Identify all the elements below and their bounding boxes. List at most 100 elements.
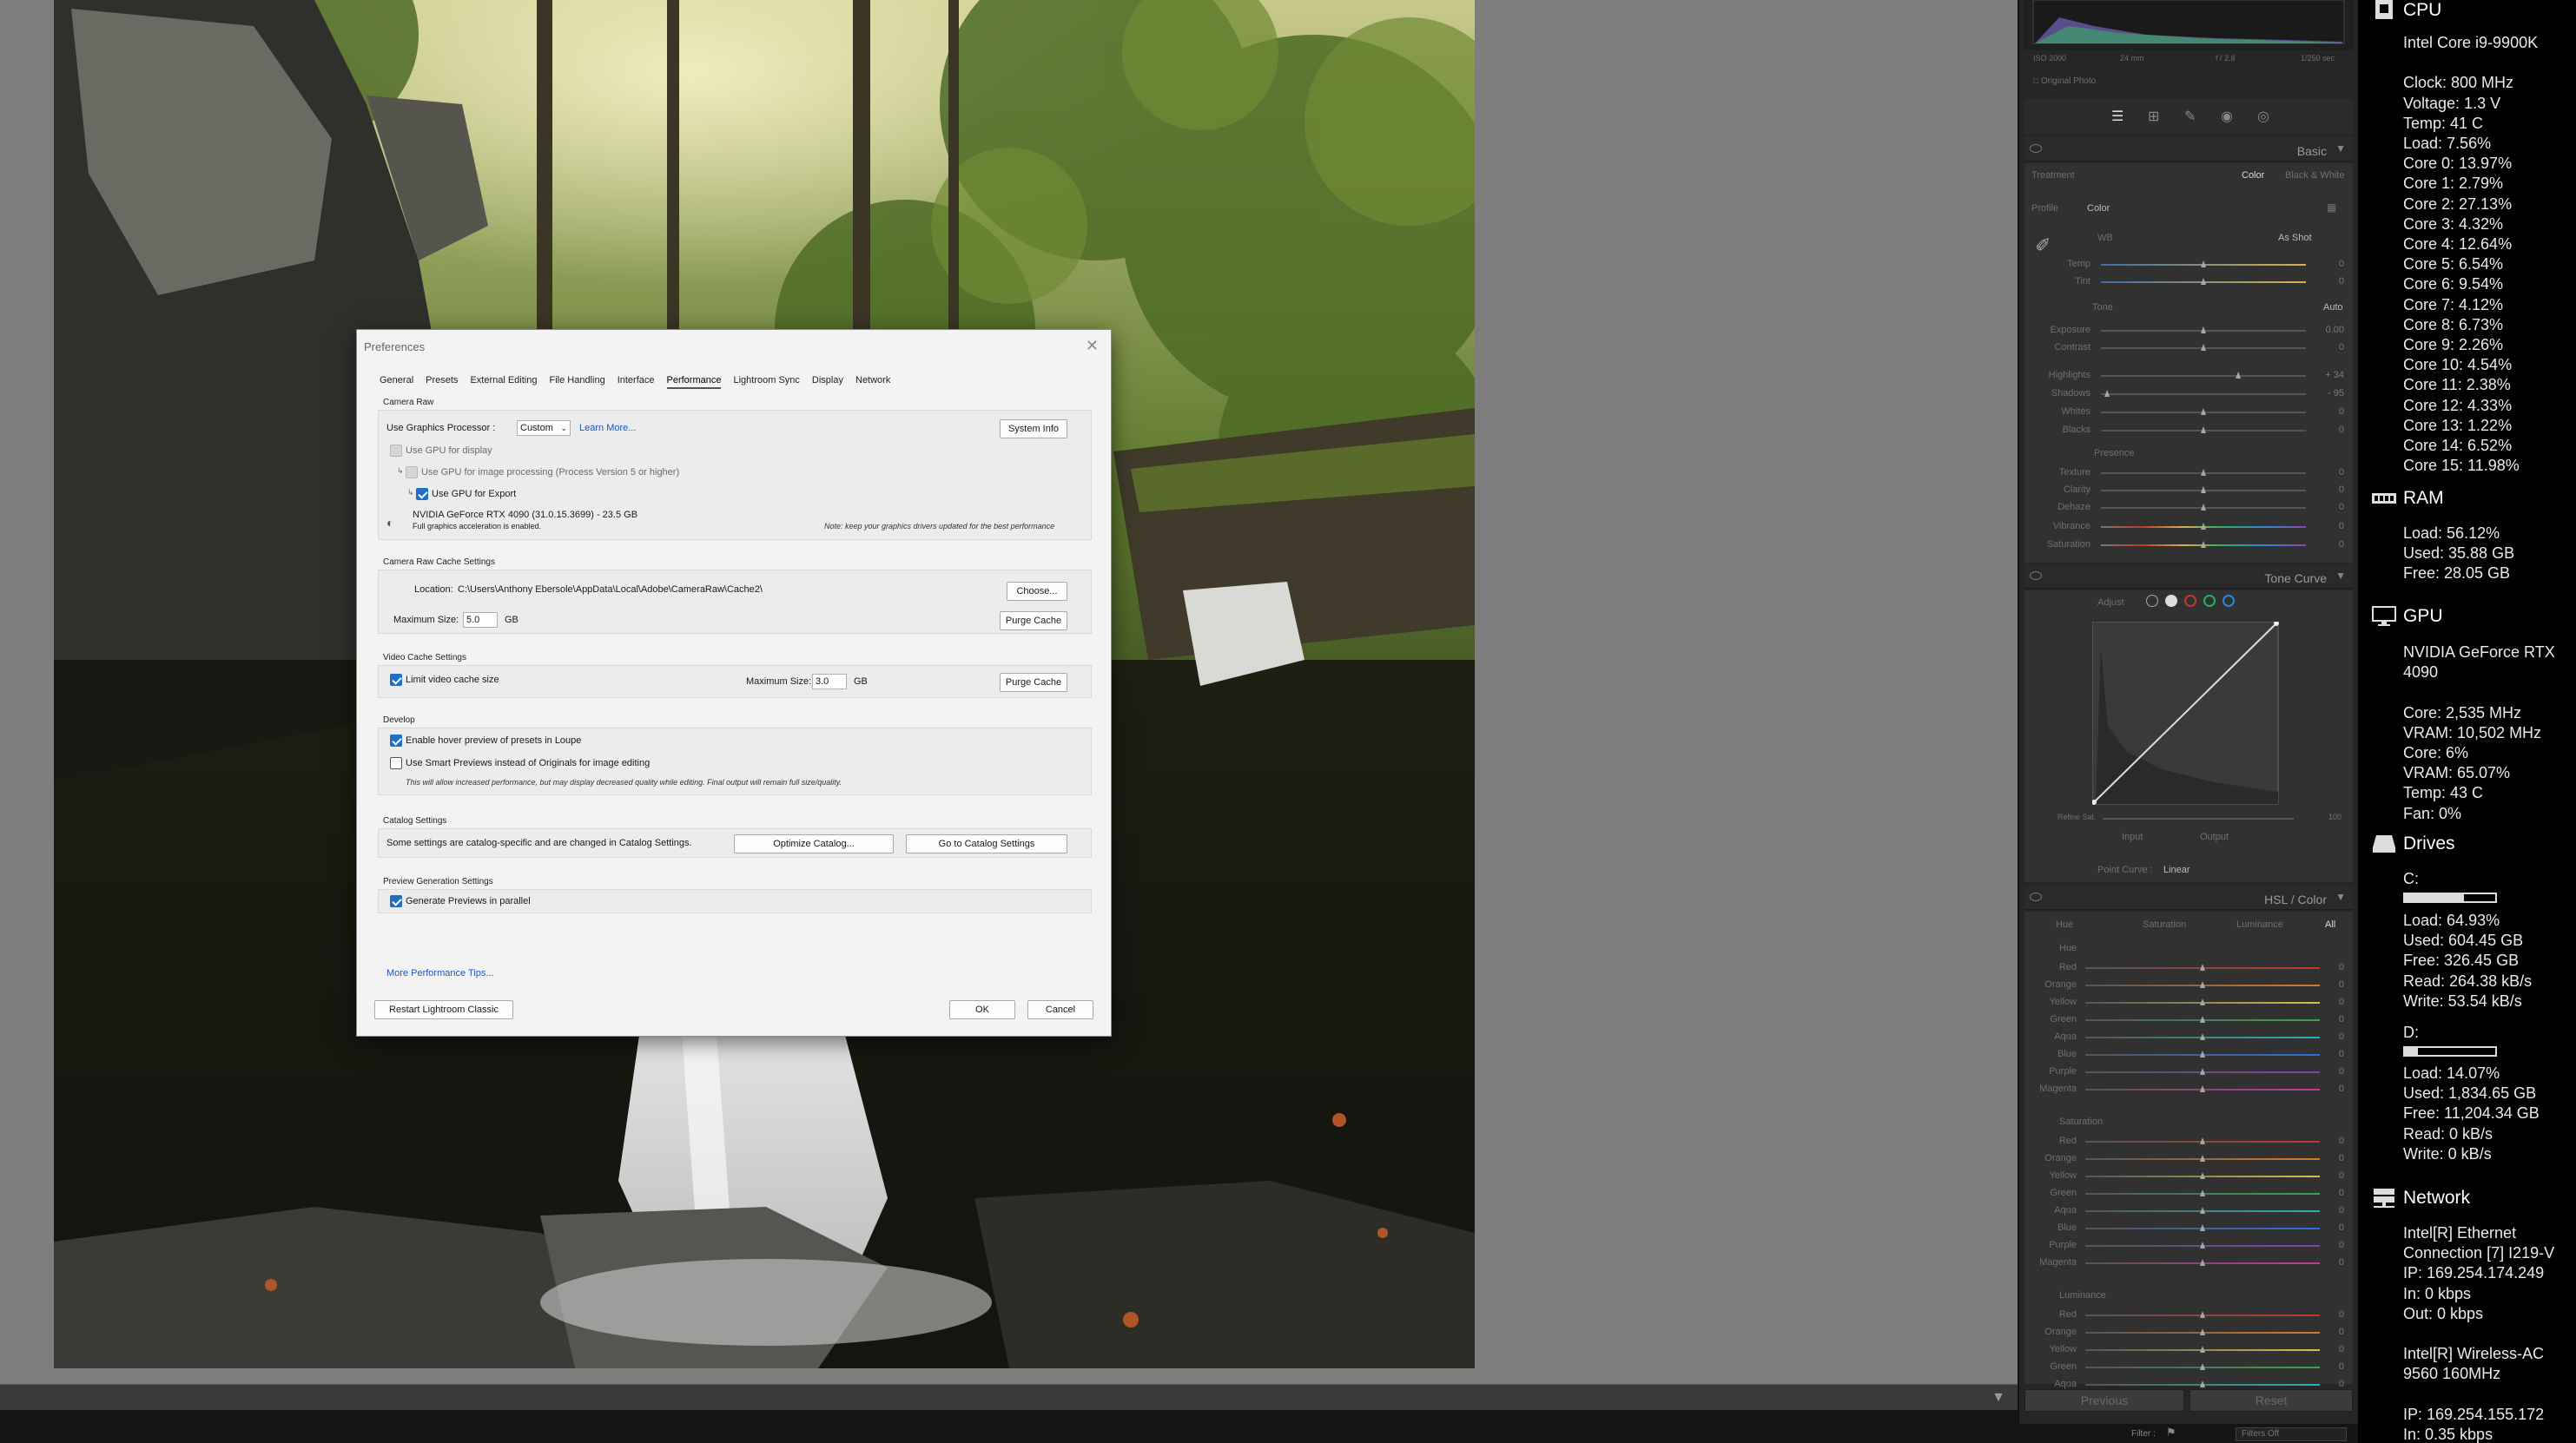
- hsl-slider-blue[interactable]: Blue 0: [2024, 1221, 2353, 1238]
- slider-value[interactable]: 0: [2339, 1309, 2344, 1320]
- slider-value[interactable]: 0: [2339, 979, 2344, 990]
- slider-value[interactable]: 0: [2339, 1014, 2344, 1025]
- hsl-slider-purple[interactable]: Purple 0: [2024, 1064, 2353, 1082]
- chevron-down-icon[interactable]: ▼: [1991, 1390, 2005, 1406]
- slider-track[interactable]: [2101, 393, 2306, 395]
- restart-lightroom-button[interactable]: Restart Lightroom Classic: [374, 1000, 513, 1019]
- choose-button[interactable]: Choose...: [1007, 582, 1067, 601]
- system-info-button[interactable]: System Info: [1000, 419, 1067, 438]
- slider-value[interactable]: 0: [2339, 1222, 2344, 1233]
- slider-value[interactable]: 0: [2339, 1136, 2344, 1146]
- hsl-slider-magenta[interactable]: Magenta 0: [2024, 1082, 2353, 1099]
- slider-value[interactable]: 0: [2339, 484, 2344, 495]
- hsl-slider-blue[interactable]: Blue 0: [2024, 1047, 2353, 1064]
- crop-icon[interactable]: ⊞: [2148, 108, 2159, 125]
- hsl-header[interactable]: HSL / Color ▼: [2024, 886, 2353, 910]
- slider-value[interactable]: 0: [2339, 1240, 2344, 1250]
- refine-sat-track[interactable]: [2103, 818, 2294, 820]
- slider-whites[interactable]: Whites 0: [2024, 405, 2353, 420]
- blue-channel-icon[interactable]: [2223, 595, 2235, 607]
- smart-previews-checkbox[interactable]: [390, 757, 402, 769]
- slider-value[interactable]: 0: [2339, 1084, 2344, 1094]
- slider-value[interactable]: 0: [2339, 1170, 2344, 1181]
- hsl-tab-luminance[interactable]: Luminance: [2236, 919, 2283, 930]
- cache-max-input[interactable]: 5.0: [463, 612, 498, 628]
- slider-vibrance[interactable]: Vibrance 0: [2024, 519, 2353, 535]
- tab-lightroom-sync[interactable]: Lightroom Sync: [733, 375, 799, 389]
- red-channel-icon[interactable]: [2184, 595, 2196, 607]
- green-channel-icon[interactable]: [2203, 595, 2216, 607]
- hsl-slider-aqua[interactable]: Aqua 0: [2024, 1203, 2353, 1221]
- tab-presets[interactable]: Presets: [426, 375, 458, 389]
- slider-value[interactable]: 0: [2339, 1379, 2344, 1389]
- slider-value[interactable]: 0: [2339, 1188, 2344, 1198]
- hsl-slider-orange[interactable]: Orange 0: [2024, 1151, 2353, 1169]
- tab-interface[interactable]: Interface: [618, 375, 655, 389]
- point-curve-select[interactable]: Linear: [2163, 865, 2190, 875]
- slider-value[interactable]: 0: [2339, 1361, 2344, 1372]
- slider-value[interactable]: 0: [2339, 997, 2344, 1007]
- eyedropper-icon[interactable]: ✐: [2035, 234, 2051, 257]
- slider-value[interactable]: 0: [2339, 1049, 2344, 1059]
- red-eye-icon[interactable]: ◉: [2221, 108, 2233, 125]
- hsl-slider-green[interactable]: Green 0: [2024, 1186, 2353, 1203]
- slider-value[interactable]: 0: [2339, 342, 2344, 353]
- slider-tint[interactable]: Tint 0: [2024, 274, 2353, 290]
- slider-clarity[interactable]: Clarity 0: [2024, 483, 2353, 498]
- slider-shadows[interactable]: Shadows - 95: [2024, 386, 2353, 402]
- profile-browser-icon[interactable]: ▦: [2327, 201, 2336, 214]
- slider-value[interactable]: 0: [2339, 425, 2344, 435]
- hsl-slider-yellow[interactable]: Yellow 0: [2024, 995, 2353, 1012]
- hsl-slider-green[interactable]: Green 0: [2024, 1012, 2353, 1030]
- tab-external-editing[interactable]: External Editing: [470, 375, 537, 389]
- gpu-display-checkbox[interactable]: [390, 445, 402, 457]
- go-to-catalog-settings-button[interactable]: Go to Catalog Settings: [906, 834, 1067, 853]
- tab-general[interactable]: General: [380, 375, 413, 389]
- slider-value[interactable]: 0: [2339, 467, 2344, 478]
- basic-header[interactable]: Basic ▼: [2024, 137, 2353, 161]
- hsl-slider-red[interactable]: Red 0: [2024, 1134, 2353, 1151]
- slider-contrast[interactable]: Contrast 0: [2024, 340, 2353, 356]
- tone-curve-graph[interactable]: [2092, 622, 2287, 807]
- slider-value[interactable]: 0: [2339, 276, 2344, 287]
- slider-blacks[interactable]: Blacks 0: [2024, 423, 2353, 438]
- ok-button[interactable]: OK: [949, 1000, 1015, 1019]
- flag-icon[interactable]: ⚑: [2166, 1426, 2176, 1440]
- healing-icon[interactable]: ✎: [2184, 108, 2196, 125]
- eye-icon[interactable]: [2030, 571, 2042, 580]
- slider-value[interactable]: - 95: [2328, 388, 2344, 399]
- cancel-button[interactable]: Cancel: [1027, 1000, 1093, 1019]
- reset-button[interactable]: Reset: [2190, 1389, 2353, 1412]
- auto-tone-button[interactable]: Auto: [2323, 302, 2343, 313]
- gpu-image-processing-checkbox[interactable]: [406, 466, 418, 478]
- close-icon[interactable]: ✕: [1086, 337, 1099, 355]
- previous-button[interactable]: Previous: [2024, 1389, 2184, 1412]
- slider-value[interactable]: 0: [2339, 1153, 2344, 1163]
- treatment-bw[interactable]: Black & White: [2285, 170, 2344, 181]
- hsl-slider-aqua[interactable]: Aqua 0: [2024, 1030, 2353, 1047]
- slider-value[interactable]: 0: [2339, 1327, 2344, 1337]
- slider-value[interactable]: 0: [2339, 1031, 2344, 1042]
- wb-select[interactable]: As Shot: [2278, 233, 2312, 243]
- more-performance-tips-link[interactable]: More Performance Tips...: [386, 968, 494, 978]
- treatment-color[interactable]: Color: [2242, 170, 2264, 181]
- purge-video-cache-button[interactable]: Purge Cache: [1000, 673, 1067, 692]
- slider-value[interactable]: 0: [2339, 539, 2344, 550]
- hsl-slider-purple[interactable]: Purple 0: [2024, 1238, 2353, 1255]
- hover-preview-checkbox[interactable]: [390, 735, 402, 747]
- profile-select[interactable]: Color: [2087, 203, 2110, 214]
- hsl-tab-saturation[interactable]: Saturation: [2143, 919, 2186, 930]
- purge-cache-button[interactable]: Purge Cache: [1000, 611, 1067, 630]
- tab-display[interactable]: Display: [812, 375, 843, 389]
- slider-temp[interactable]: Temp 0: [2024, 257, 2353, 273]
- slider-exposure[interactable]: Exposure 0.00: [2024, 323, 2353, 339]
- slider-value[interactable]: 0: [2339, 406, 2344, 417]
- masking-icon[interactable]: ◎: [2257, 108, 2269, 125]
- filters-select[interactable]: Filters Off: [2236, 1427, 2347, 1441]
- slider-highlights[interactable]: Highlights + 34: [2024, 368, 2353, 384]
- hsl-slider-orange[interactable]: Orange 0: [2024, 978, 2353, 995]
- tone-curve-header[interactable]: Tone Curve ▼: [2024, 564, 2353, 589]
- slider-value[interactable]: 0.00: [2326, 325, 2344, 335]
- hsl-tab-hue[interactable]: Hue: [2056, 919, 2073, 930]
- slider-value[interactable]: + 34: [2325, 370, 2344, 380]
